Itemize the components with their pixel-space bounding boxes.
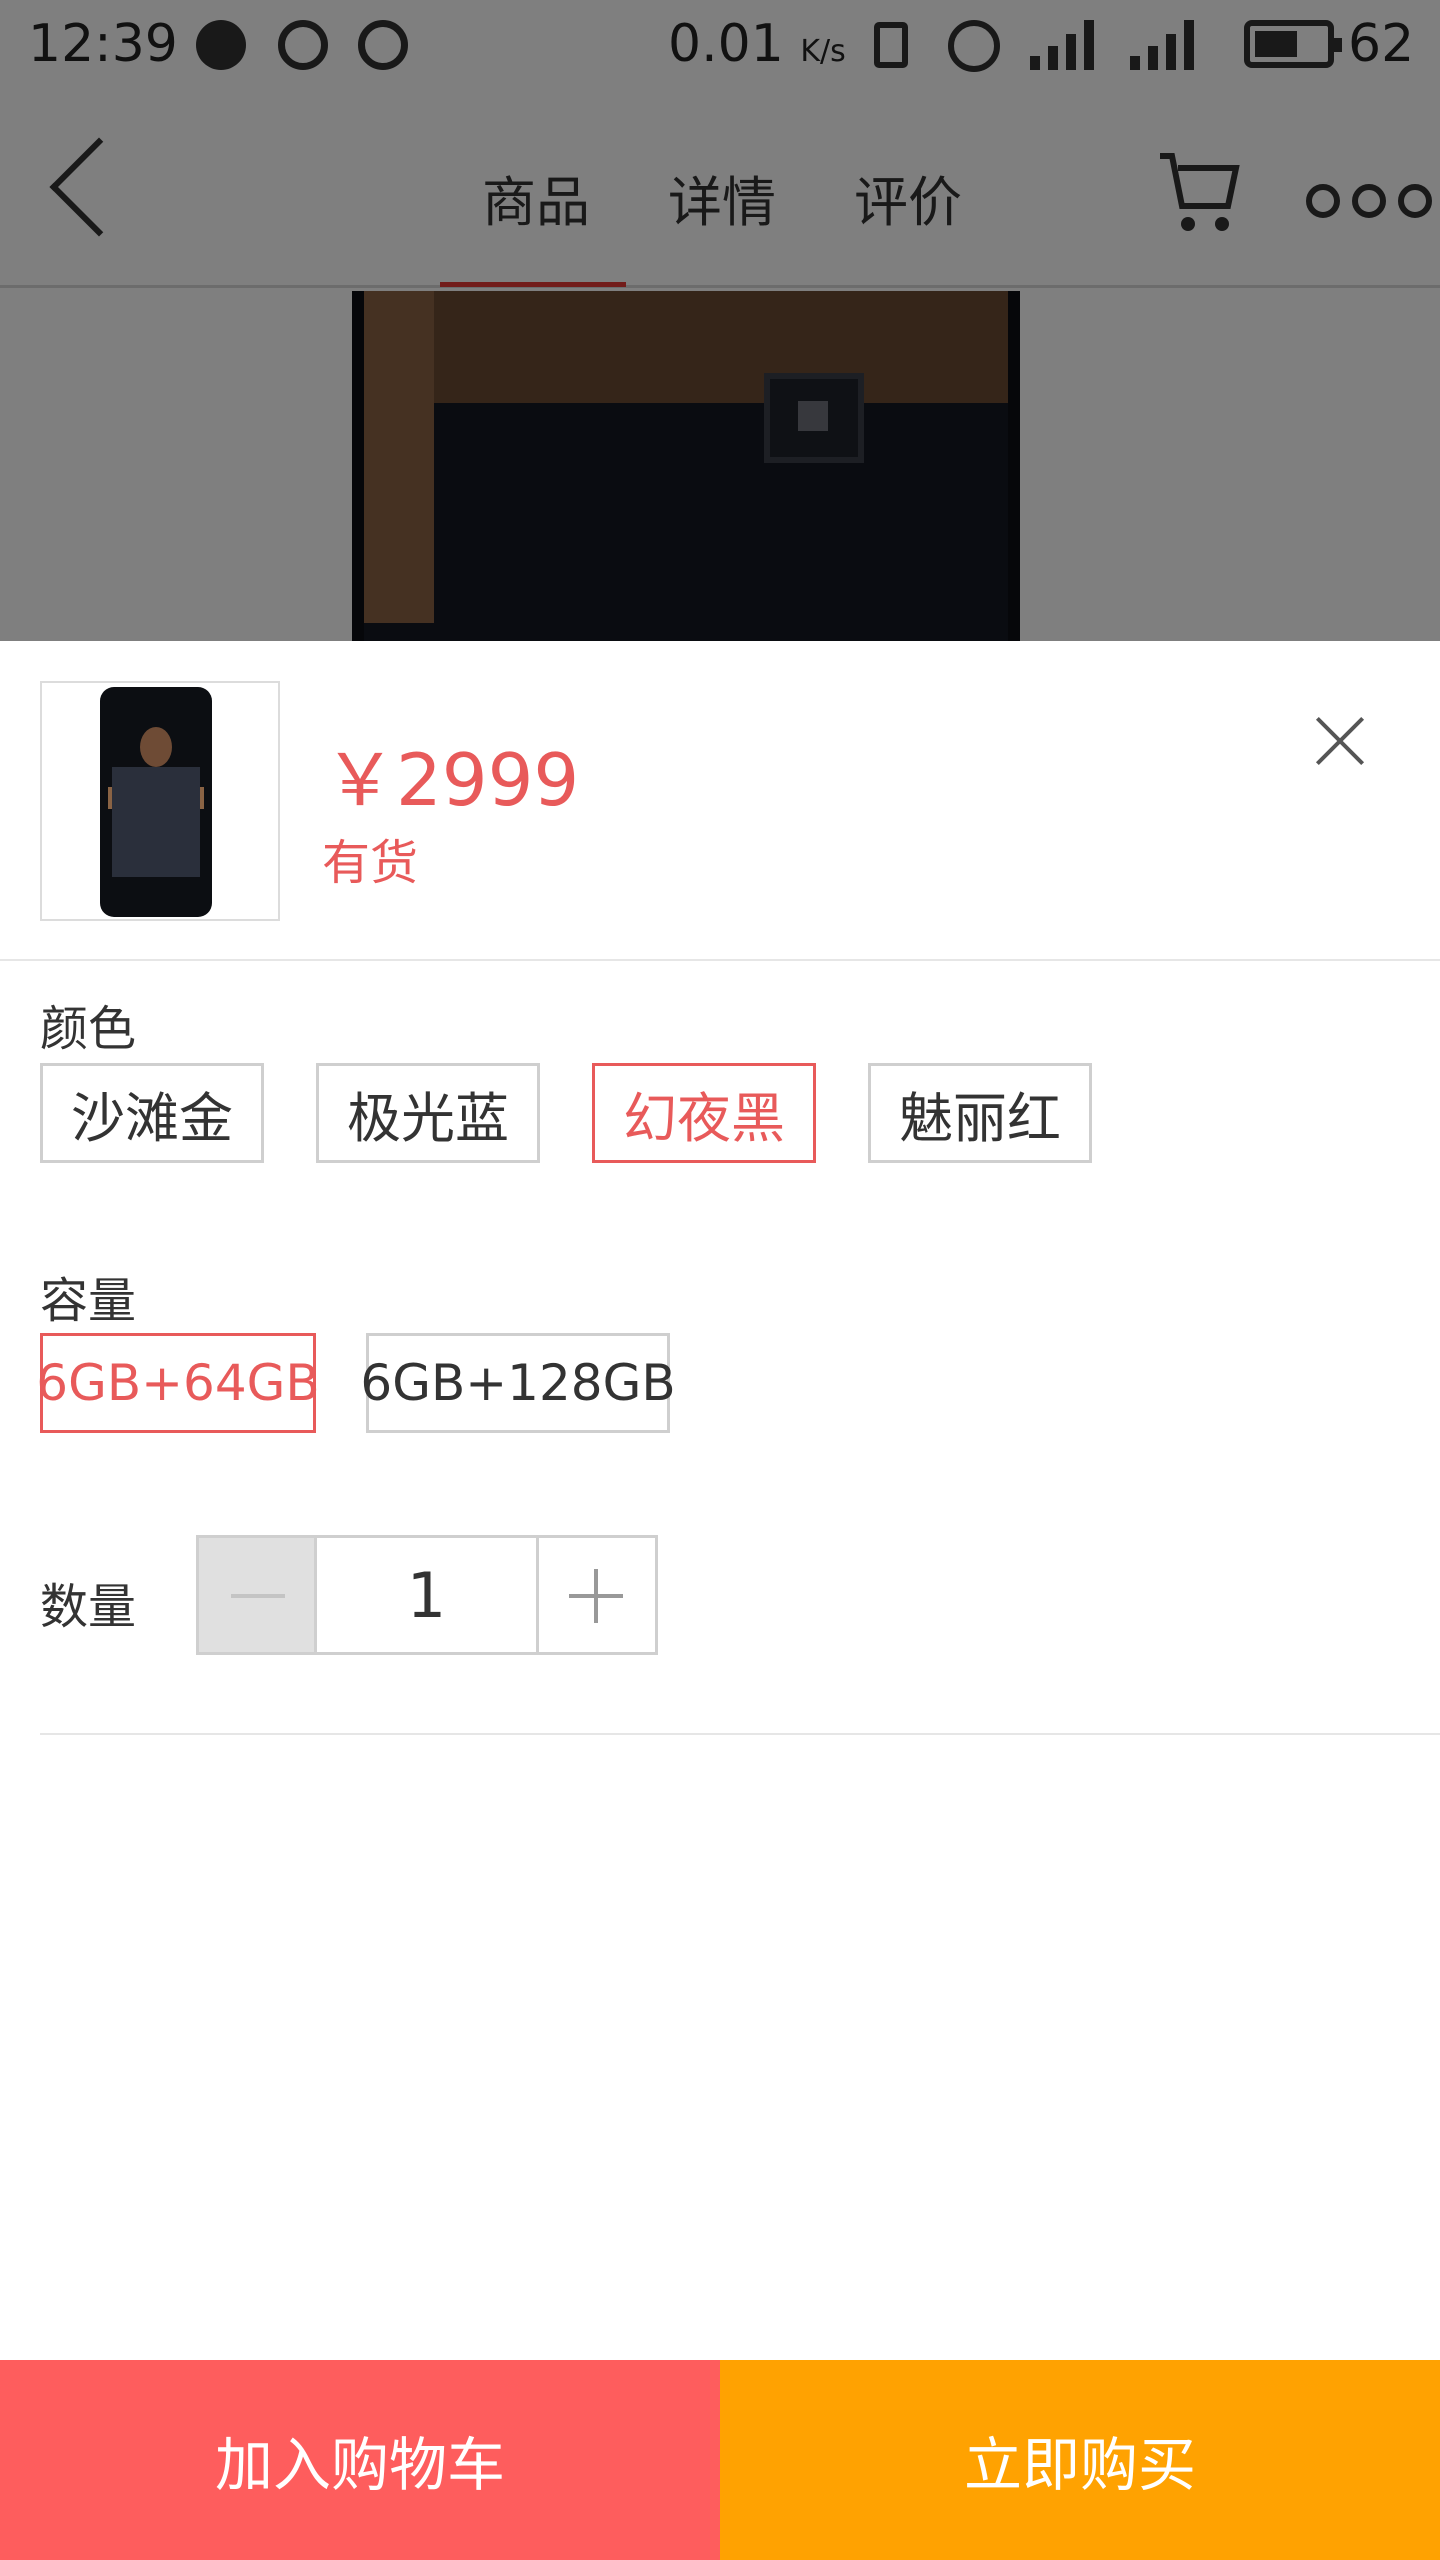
buy-now-button[interactable]: 立即购买 xyxy=(720,2360,1440,2560)
capacity-label: 容量 xyxy=(40,1273,137,1329)
close-icon[interactable] xyxy=(1308,709,1372,773)
sku-selector-sheet: ￥2999 有货 颜色 沙滩金 极光蓝 幻夜黑 魅丽红 容量 6GB+64GB … xyxy=(0,641,1440,2560)
color-option-blue[interactable]: 极光蓝 xyxy=(316,1063,540,1163)
sheet-header: ￥2999 有货 xyxy=(0,641,1440,961)
stock-status: 有货 xyxy=(322,835,419,891)
color-option-red[interactable]: 魅丽红 xyxy=(868,1063,1092,1163)
color-options: 沙滩金 极光蓝 幻夜黑 魅丽红 xyxy=(40,1063,1092,1163)
add-to-cart-button[interactable]: 加入购物车 xyxy=(0,2360,720,2560)
action-bar: 加入购物车 立即购买 xyxy=(0,2360,1440,2560)
capacity-option-64gb[interactable]: 6GB+64GB xyxy=(36,1333,320,1433)
color-label: 颜色 xyxy=(40,1001,137,1057)
capacity-options: 6GB+64GB 6GB+128GB xyxy=(36,1333,676,1433)
dim-overlay[interactable] xyxy=(0,0,1440,641)
quantity-value[interactable]: 1 xyxy=(317,1538,539,1652)
quantity-label: 数量 xyxy=(40,1579,137,1635)
price: ￥2999 xyxy=(324,738,580,822)
decrement-button[interactable] xyxy=(199,1538,317,1652)
product-thumbnail xyxy=(40,681,280,921)
quantity-stepper: 1 xyxy=(196,1535,658,1655)
divider xyxy=(40,1733,1440,1735)
increment-button[interactable] xyxy=(539,1538,655,1652)
capacity-option-128gb[interactable]: 6GB+128GB xyxy=(360,1333,676,1433)
color-option-black[interactable]: 幻夜黑 xyxy=(592,1063,816,1163)
color-option-gold[interactable]: 沙滩金 xyxy=(40,1063,264,1163)
